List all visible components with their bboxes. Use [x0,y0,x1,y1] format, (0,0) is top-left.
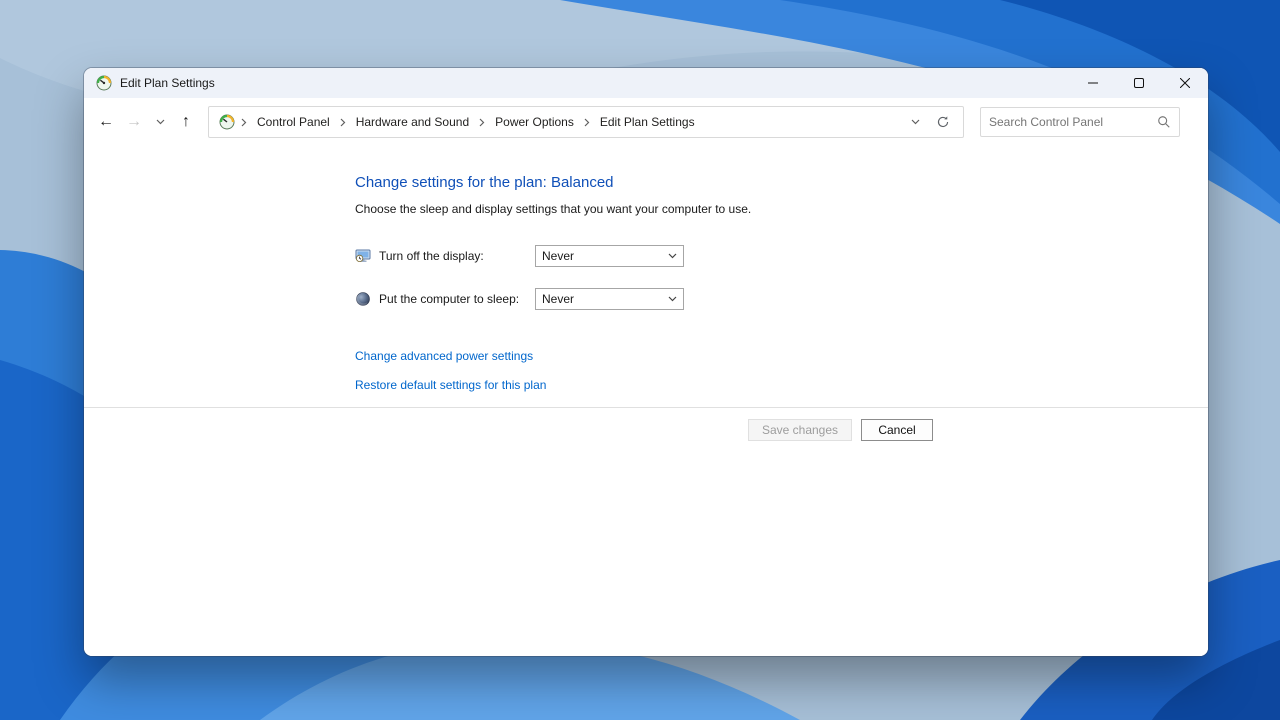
cancel-button[interactable]: Cancel [861,419,933,441]
turn-off-display-select[interactable]: Never [535,245,684,267]
chevron-down-icon [668,296,677,302]
chevron-down-icon [668,253,677,259]
setting-label-sleep: Put the computer to sleep: [379,292,520,306]
close-icon [1180,78,1190,88]
edit-plan-settings-window: Edit Plan Settings ← → ↑ Control Panel H… [84,68,1208,656]
navigation-toolbar: ← → ↑ Control Panel Hardware and Sound P… [84,98,1208,146]
page-subtitle: Choose the sleep and display settings th… [355,202,752,216]
breadcrumb-item-control-panel[interactable]: Control Panel [249,115,338,129]
maximize-icon [1134,78,1144,88]
setting-row-sleep: Put the computer to sleep: [354,288,520,310]
breadcrumb-chevron-icon[interactable] [239,118,249,127]
address-dropdown-button[interactable] [901,108,929,136]
window-controls [1070,68,1208,98]
restore-default-settings-link[interactable]: Restore default settings for this plan [355,378,546,392]
put-computer-to-sleep-select[interactable]: Never [535,288,684,310]
chevron-down-icon [911,119,919,125]
breadcrumb-item-hardware-and-sound[interactable]: Hardware and Sound [348,115,477,129]
window-title: Edit Plan Settings [120,76,215,90]
refresh-button[interactable] [929,108,957,136]
refresh-icon [937,116,949,128]
search-box[interactable] [980,107,1180,137]
forward-arrow-icon: → [126,113,142,130]
main-content: Change settings for the plan: Balanced C… [84,146,1208,656]
save-changes-button[interactable]: Save changes [748,419,852,441]
recent-pages-button[interactable] [148,108,172,136]
breadcrumb-chevron-icon[interactable] [582,118,592,127]
footer-divider [84,407,1208,408]
change-advanced-power-settings-link[interactable]: Change advanced power settings [355,349,533,363]
sleep-moon-icon [354,291,371,308]
up-button[interactable]: ↑ [172,108,200,136]
turn-off-display-value: Never [542,249,575,263]
maximize-button[interactable] [1116,68,1162,98]
breadcrumb-bar[interactable]: Control Panel Hardware and Sound Power O… [208,106,964,138]
breadcrumb-item-edit-plan-settings[interactable]: Edit Plan Settings [592,115,703,129]
back-button[interactable]: ← [92,108,120,136]
setting-row-display: Turn off the display: [355,245,484,267]
up-arrow-icon: ↑ [182,113,190,130]
search-input[interactable] [989,115,1151,129]
back-arrow-icon: ← [98,113,114,130]
setting-label-display: Turn off the display: [379,249,484,263]
breadcrumb-chevron-icon[interactable] [477,118,487,127]
chevron-down-icon [156,119,164,125]
display-clock-icon [355,248,371,264]
minimize-icon [1088,82,1098,84]
titlebar: Edit Plan Settings [84,68,1208,98]
power-plan-location-icon[interactable] [219,114,235,130]
forward-button[interactable]: → [120,108,148,136]
footer-buttons: Save changes Cancel [84,419,1208,443]
put-computer-to-sleep-value: Never [542,292,575,306]
search-icon [1157,115,1171,129]
breadcrumb-chevron-icon[interactable] [338,118,348,127]
page-title: Change settings for the plan: Balanced [355,174,614,191]
breadcrumb-item-power-options[interactable]: Power Options [487,115,582,129]
close-button[interactable] [1162,68,1208,98]
minimize-button[interactable] [1070,68,1116,98]
power-plan-app-icon [96,75,112,91]
